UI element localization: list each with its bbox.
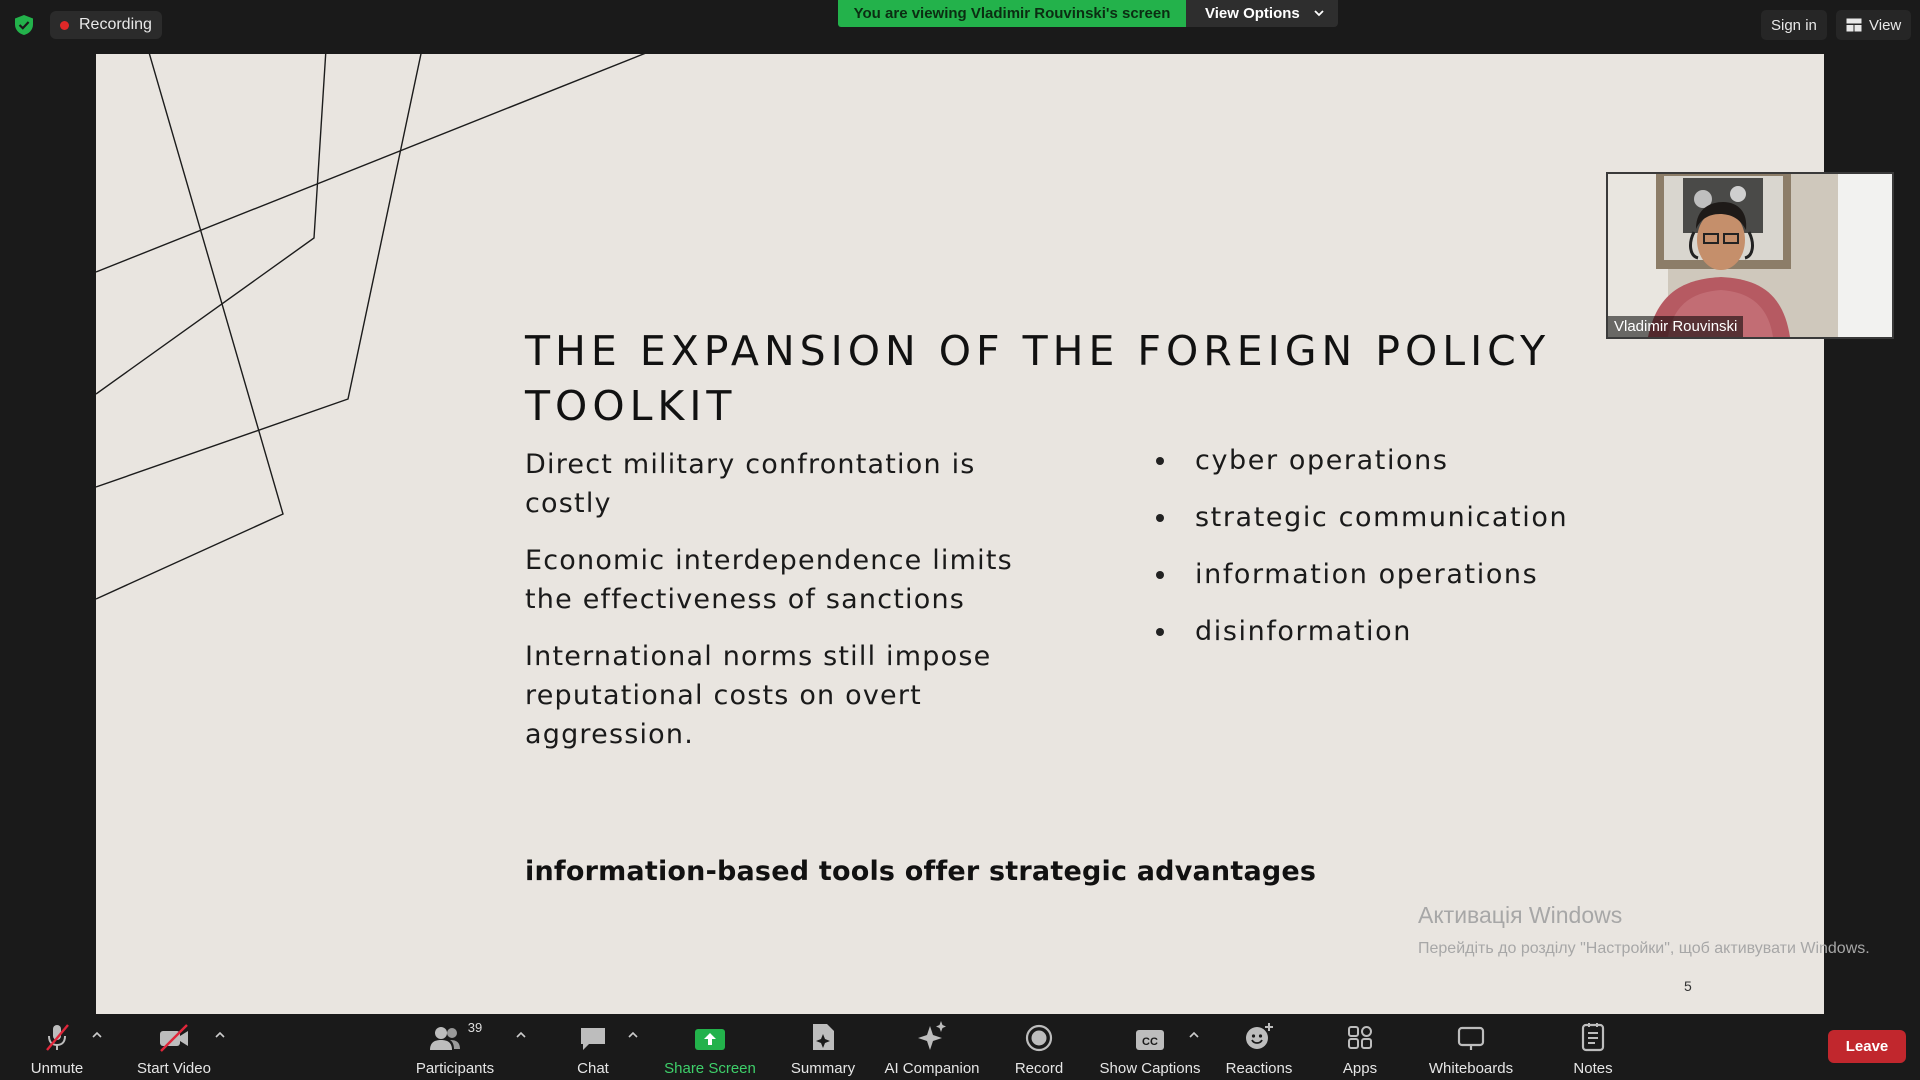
- reactions-button[interactable]: Reactions: [1225, 1014, 1293, 1080]
- notes-icon: [1581, 1023, 1605, 1052]
- left-point: Economic interdependence limits the effe…: [525, 545, 1013, 615]
- record-label: Record: [1014, 1060, 1064, 1077]
- view-options-label: View Options: [1205, 5, 1300, 22]
- bullet-text: disinformation: [1195, 616, 1412, 647]
- reactions-smiley-icon: [1246, 1023, 1273, 1049]
- bullet-dot-icon: [1156, 571, 1164, 579]
- svg-text:CC: CC: [1142, 1036, 1158, 1048]
- participant-video-tile[interactable]: Vladimir Rouvinski: [1606, 172, 1894, 339]
- bullet-dot-icon: [1156, 514, 1164, 522]
- participants-caret-icon[interactable]: [515, 1030, 527, 1040]
- bullet-item: cyber operations: [1156, 441, 1656, 498]
- recording-indicator[interactable]: Recording: [50, 11, 162, 39]
- top-bar: Recording You are viewing Vladimir Rouvi…: [0, 0, 1920, 54]
- bullet-dot-icon: [1156, 457, 1164, 465]
- start-video-label: Start Video: [137, 1060, 211, 1077]
- participant-name-label: Vladimir Rouvinski: [1608, 316, 1744, 337]
- slide-conclusion: information-based tools offer strategic …: [525, 856, 1317, 887]
- participants-icon: [429, 1027, 460, 1050]
- bullet-list: cyber operations strategic communication…: [1156, 441, 1656, 669]
- slide-title: THE EXPANSION OF THE FOREIGN POLICY TOOL…: [525, 327, 1551, 430]
- left-point: International norms still impose reputat…: [525, 641, 992, 750]
- windows-activation-subtitle: Перейдіть до розділу "Настройки", щоб ак…: [1418, 940, 1870, 957]
- unmute-button[interactable]: Unmute: [20, 1014, 94, 1080]
- view-button[interactable]: View: [1836, 10, 1912, 40]
- bullet-text: strategic communication: [1195, 502, 1569, 533]
- start-video-button[interactable]: Start Video: [130, 1014, 218, 1080]
- participant-video-image: [1608, 174, 1892, 337]
- view-label: View: [1869, 16, 1902, 34]
- ai-companion-label: AI Companion: [884, 1060, 980, 1077]
- chat-caret-icon[interactable]: [627, 1030, 639, 1040]
- summary-document-icon: [813, 1024, 834, 1050]
- notes-label: Notes: [1573, 1060, 1613, 1077]
- viewing-screen-banner: You are viewing Vladimir Rouvinski's scr…: [838, 0, 1186, 27]
- notes-button[interactable]: Notes: [1570, 1014, 1616, 1080]
- bullet-text: cyber operations: [1195, 445, 1449, 476]
- view-options-button[interactable]: View Options: [1186, 0, 1338, 27]
- left-point: Direct military confrontation is costly: [525, 449, 976, 519]
- video-camera-off-icon: [160, 1024, 188, 1052]
- bullet-dot-icon: [1156, 628, 1164, 636]
- slide-page-number: 5: [1684, 978, 1692, 994]
- chat-bubble-icon: [581, 1028, 605, 1050]
- share-screen-button[interactable]: Share Screen: [662, 1014, 758, 1080]
- participants-count: 39: [467, 1020, 483, 1035]
- summary-button[interactable]: Summary: [785, 1014, 861, 1080]
- apps-label: Apps: [1342, 1060, 1378, 1077]
- left-points: Direct military confrontation is costly …: [525, 445, 1065, 772]
- captions-caret-icon[interactable]: [1188, 1030, 1200, 1040]
- meeting-toolbar: Unmute Start Video 39 Participants Chat …: [0, 1014, 1920, 1080]
- windows-activation-title: Активація Windows: [1418, 902, 1623, 928]
- share-screen-icon: [695, 1029, 725, 1050]
- bullet-text: information operations: [1195, 559, 1539, 590]
- grid-view-icon: [1846, 18, 1862, 32]
- apps-button[interactable]: Apps: [1340, 1014, 1380, 1080]
- apps-icon: [1348, 1026, 1372, 1049]
- summary-label: Summary: [790, 1060, 856, 1077]
- bullet-item: strategic communication: [1156, 498, 1656, 555]
- chat-label: Chat: [577, 1060, 609, 1077]
- audio-options-caret-icon[interactable]: [91, 1030, 103, 1040]
- whiteboards-button[interactable]: Whiteboards: [1425, 1014, 1517, 1080]
- whiteboard-icon: [1457, 1026, 1485, 1050]
- closed-captions-icon: CC: [1136, 1030, 1164, 1050]
- security-shield-icon[interactable]: [13, 14, 35, 36]
- record-icon: [1025, 1024, 1053, 1052]
- ai-companion-button[interactable]: AI Companion: [880, 1014, 984, 1080]
- share-screen-label: Share Screen: [664, 1060, 756, 1077]
- microphone-muted-icon: [46, 1024, 69, 1051]
- chat-button[interactable]: Chat: [570, 1014, 616, 1080]
- sign-in-button[interactable]: Sign in: [1761, 10, 1827, 40]
- participants-button[interactable]: 39 Participants: [412, 1014, 498, 1080]
- video-options-caret-icon[interactable]: [214, 1030, 226, 1040]
- whiteboards-label: Whiteboards: [1428, 1060, 1514, 1077]
- reactions-label: Reactions: [1225, 1060, 1293, 1077]
- show-captions-button[interactable]: CC Show Captions: [1098, 1014, 1202, 1080]
- bullet-item: disinformation: [1156, 612, 1656, 669]
- record-button[interactable]: Record: [1012, 1014, 1066, 1080]
- chevron-down-icon: [1314, 10, 1324, 17]
- shared-screen-slide: THE EXPANSION OF THE FOREIGN POLICY TOOL…: [96, 54, 1824, 1014]
- recording-label: Recording: [79, 16, 152, 33]
- participants-label: Participants: [415, 1060, 495, 1077]
- recording-dot-icon: [60, 20, 69, 30]
- show-captions-label: Show Captions: [1099, 1060, 1201, 1077]
- unmute-label: Unmute: [30, 1060, 84, 1077]
- bullet-item: information operations: [1156, 555, 1656, 612]
- leave-button[interactable]: Leave: [1828, 1030, 1906, 1063]
- ai-sparkle-icon: [918, 1021, 946, 1050]
